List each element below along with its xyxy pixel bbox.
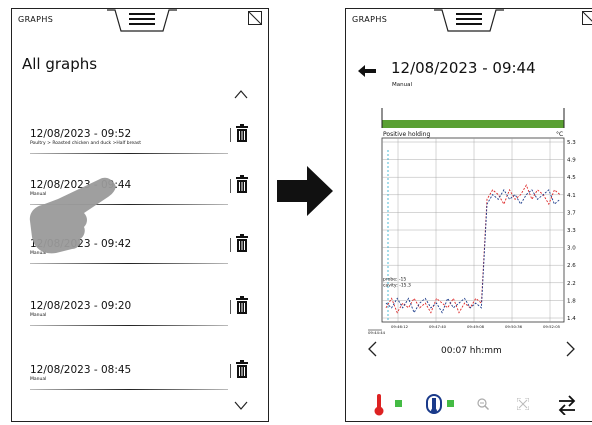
scroll-up-icon[interactable] bbox=[234, 89, 248, 99]
start-time-label: 09:44:44 bbox=[368, 330, 386, 335]
cavity-annotation: cavity: -15.3 bbox=[383, 282, 411, 288]
time-range: 00:07 hh:mm bbox=[441, 346, 502, 356]
cavity-probe-icon[interactable] bbox=[426, 394, 442, 416]
x-tick-label: 09:46:12 bbox=[391, 324, 409, 329]
graph-subtitle: Manual bbox=[392, 82, 412, 88]
scroll-down-icon[interactable] bbox=[234, 401, 248, 411]
pointing-hand-icon bbox=[29, 177, 116, 254]
trash-icon[interactable] bbox=[236, 296, 248, 314]
y-tick-label: 4.5 bbox=[567, 175, 576, 181]
temperature-chart: Positive holding °C 5.3 4.9 4.5 4.1 3.7 3.3 3.0 2… bbox=[346, 104, 592, 349]
separator bbox=[230, 238, 231, 252]
probe-thermometer-icon[interactable] bbox=[374, 394, 384, 416]
list-item[interactable]: 12/08/2023 - 08:45 Manual bbox=[30, 360, 260, 404]
graph-subtitle: Manual bbox=[30, 313, 47, 318]
trash-icon[interactable] bbox=[236, 175, 248, 193]
list-item[interactable]: 12/08/2023 - 09:20 Manual bbox=[30, 296, 260, 340]
swap-arrows-icon[interactable] bbox=[558, 395, 576, 415]
cavity-legend-dot bbox=[447, 400, 454, 407]
page-title: All graphs bbox=[22, 55, 98, 73]
separator bbox=[230, 364, 231, 378]
separator bbox=[230, 300, 231, 314]
graph-detail-screen: GRAPHS 12/08/2023 - 09:44 Manual Positiv… bbox=[345, 8, 592, 422]
graph-subtitle: Manual bbox=[30, 377, 47, 382]
previous-icon[interactable] bbox=[368, 341, 377, 357]
graph-subtitle: Poultry > Roasted chicken and duck >Half… bbox=[30, 141, 141, 146]
divider bbox=[30, 263, 228, 265]
app-label: GRAPHS bbox=[352, 15, 388, 24]
phase-label: Positive holding bbox=[383, 131, 430, 138]
unit-label: °C bbox=[556, 131, 563, 138]
series-line bbox=[385, 189, 561, 314]
menu-icon[interactable] bbox=[107, 8, 177, 33]
x-tick-label: 09:50:36 bbox=[505, 324, 523, 329]
graph-title: 12/08/2023 - 09:44 bbox=[391, 59, 536, 77]
back-arrow-icon[interactable] bbox=[358, 65, 376, 77]
next-icon[interactable] bbox=[566, 341, 575, 357]
y-tick-label: 3.7 bbox=[567, 210, 576, 216]
trash-icon[interactable] bbox=[236, 124, 248, 142]
separator bbox=[230, 179, 231, 193]
divider bbox=[30, 153, 228, 155]
y-tick-label: 1.8 bbox=[567, 298, 576, 304]
graph-date: 12/08/2023 - 09:52 bbox=[30, 128, 132, 140]
x-tick-label: 09:52:05 bbox=[543, 324, 561, 329]
divider bbox=[30, 389, 228, 391]
graph-date: 12/08/2023 - 09:20 bbox=[30, 300, 132, 312]
y-tick-label: 5.3 bbox=[567, 140, 576, 146]
separator bbox=[230, 128, 231, 142]
y-tick-label: 4.9 bbox=[567, 158, 576, 164]
menu-icon[interactable] bbox=[434, 8, 504, 33]
y-tick-label: 4.1 bbox=[567, 193, 576, 199]
y-tick-label: 1.4 bbox=[567, 316, 576, 322]
app-label: GRAPHS bbox=[18, 15, 54, 24]
trash-icon[interactable] bbox=[236, 360, 248, 378]
graph-date: 12/08/2023 - 08:45 bbox=[30, 364, 132, 376]
collapse-icon[interactable] bbox=[248, 11, 262, 25]
collapse-icon[interactable] bbox=[582, 11, 592, 25]
trash-icon[interactable] bbox=[236, 234, 248, 252]
transition-arrow-icon bbox=[277, 166, 333, 216]
graphs-list-screen: GRAPHS All graphs 12/08/2023 - 09:52 Pou… bbox=[11, 8, 269, 422]
chart-svg: Positive holding °C 5.3 4.9 4.5 4.1 3.7 3.3 3.0 2… bbox=[368, 108, 576, 335]
x-tick-label: 09:47:40 bbox=[429, 324, 447, 329]
fullscreen-icon[interactable] bbox=[517, 398, 529, 410]
phase-bar bbox=[382, 120, 564, 128]
zoom-out-icon[interactable] bbox=[477, 398, 489, 410]
y-tick-label: 3.3 bbox=[567, 228, 576, 234]
divider bbox=[30, 325, 228, 327]
x-tick-label: 09:49:08 bbox=[467, 324, 485, 329]
probe-legend-dot bbox=[395, 400, 402, 407]
y-tick-label: 3.0 bbox=[567, 246, 576, 252]
probe-annotation: probe: -15 bbox=[383, 276, 406, 282]
series-line bbox=[385, 184, 561, 314]
list-item[interactable]: 12/08/2023 - 09:52 Poultry > Roasted chi… bbox=[30, 124, 260, 168]
y-tick-label: 2.2 bbox=[567, 281, 576, 287]
y-tick-label: 2.6 bbox=[567, 263, 576, 269]
